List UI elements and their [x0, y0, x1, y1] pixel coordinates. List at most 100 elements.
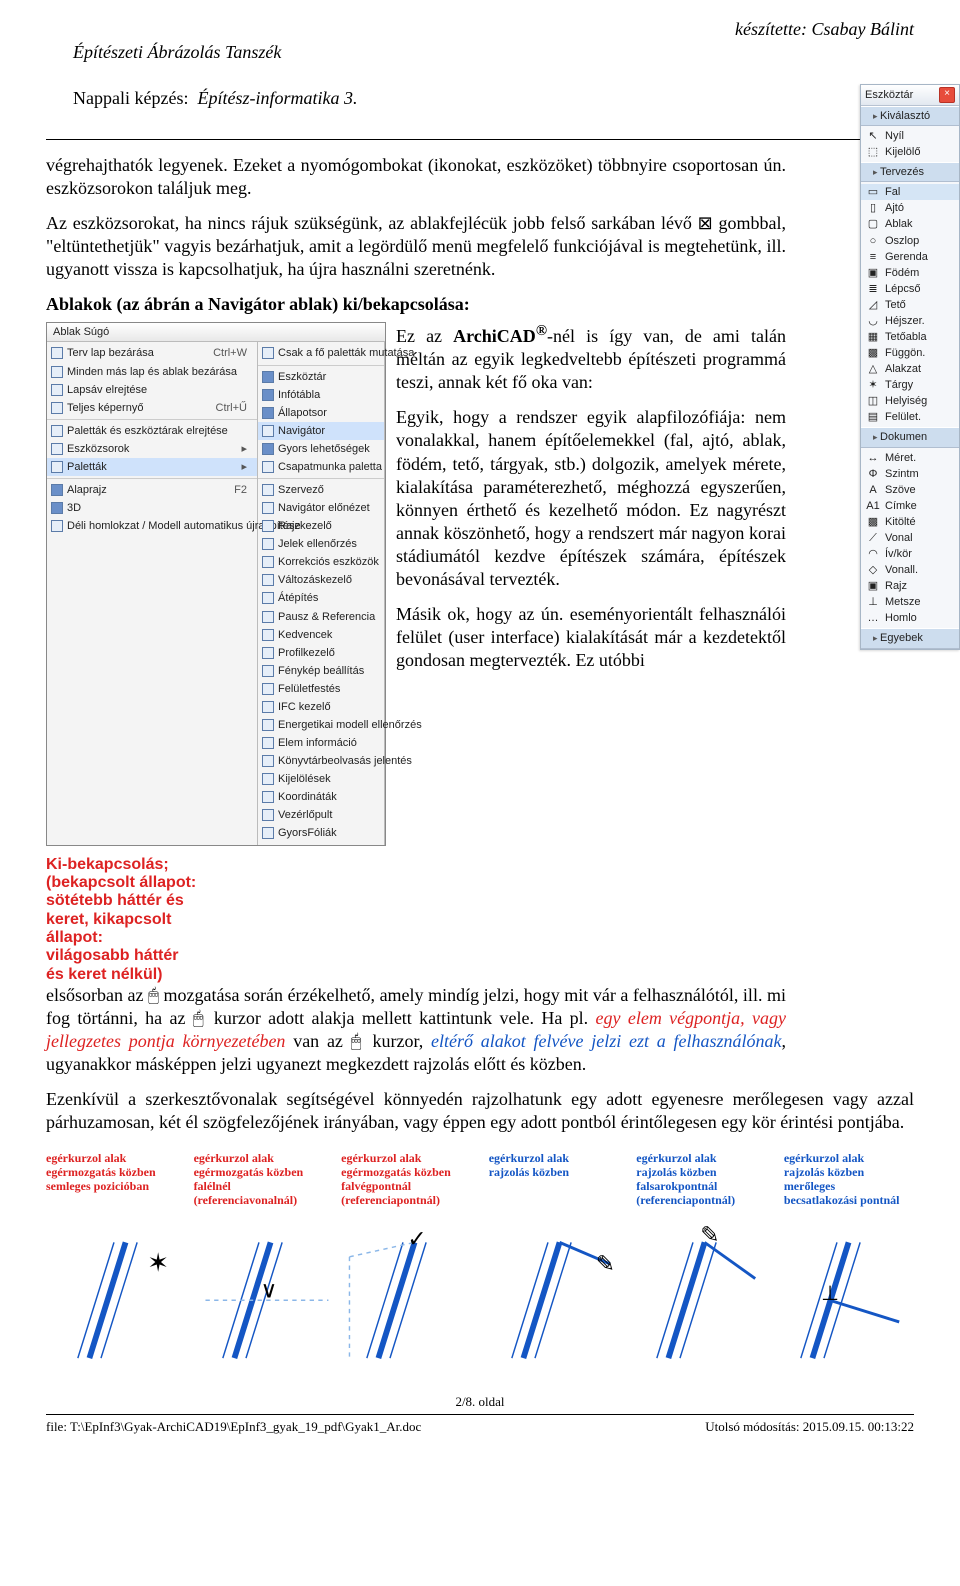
toolbox-tool[interactable]: ⊥Metsze [861, 594, 959, 610]
submenu-item[interactable]: IFC kezelő [258, 698, 384, 716]
toolbox-section-header[interactable]: ▸ Kiválasztó [861, 106, 959, 126]
toolbox-tool[interactable]: ≣Lépcső [861, 281, 959, 297]
submenu-item[interactable]: Infótábla [258, 386, 384, 404]
cursor-label: egérkurzol alakrajzolás közbenfalsarokpo… [636, 1152, 766, 1207]
submenu-item[interactable]: Korrekciós eszközök [258, 553, 384, 571]
submenu-item[interactable]: Rajzkezelő [258, 517, 384, 535]
submenu-item[interactable]: Navigátor [258, 422, 384, 440]
submenu-item[interactable]: Könyvtárbeolvasás jelentés [258, 752, 384, 770]
menu-bar: Ablak Súgó [47, 323, 385, 342]
tool-icon: ↖ [865, 129, 881, 143]
menu-item[interactable]: Lapsáv elrejtése [47, 381, 257, 399]
toolbox-tool[interactable]: ▩Kitölté [861, 514, 959, 530]
svg-text:✓: ✓ [408, 1226, 427, 1252]
toolbox-tool[interactable]: ▣Födém [861, 265, 959, 281]
toolbox-tool[interactable]: ▢Ablak [861, 216, 959, 232]
toolbox-tool[interactable]: ▯Ajtó [861, 200, 959, 216]
toolbox-tool[interactable]: ΦSzintm [861, 466, 959, 482]
menu-item[interactable]: Paletták és eszköztárak elrejtése [47, 422, 257, 440]
toolbox-tool[interactable]: △Alakzat [861, 361, 959, 377]
submenu-item[interactable]: GyorsFóliák [258, 824, 384, 842]
submenu-item[interactable]: Energetikai modell ellenőrzés [258, 716, 384, 734]
submenu-item[interactable]: Vezérlőpult [258, 806, 384, 824]
submenu-item[interactable]: Gyors lehetőségek [258, 440, 384, 458]
menu-item[interactable]: Eszközsorok▸ [47, 440, 257, 458]
toolbox-tool[interactable]: ASzöve [861, 482, 959, 498]
toolbox-tool[interactable]: ▤Felület. [861, 409, 959, 425]
toolbox-tool[interactable]: ◇Vonall. [861, 562, 959, 578]
submenu-item[interactable]: Változáskezelő [258, 571, 384, 589]
menu-item[interactable]: Paletták▸ [47, 458, 257, 476]
submenu-item[interactable]: Elem információ [258, 734, 384, 752]
toolbox-tool[interactable]: ◿Tető [861, 297, 959, 313]
toolbox-tool[interactable]: A1Címke [861, 498, 959, 514]
tool-icon: ▣ [865, 266, 881, 280]
toolbox-tool[interactable]: ↖Nyíl [861, 128, 959, 144]
para-1: végrehajthatók legyenek. Ezeket a nyomóg… [46, 154, 786, 200]
tool-icon: ○ [865, 234, 881, 248]
toolbox-section-header[interactable]: ▸ Tervezés [861, 162, 959, 182]
subheading: Ablakok (az ábrán a Navigátor ablak) ki/… [46, 293, 786, 316]
toolbox-section-header[interactable]: ▸ Dokumen [861, 427, 959, 447]
submenu-item[interactable]: Átépítés [258, 589, 384, 607]
toolbox-tool[interactable]: ⬚Kijelölő [861, 144, 959, 160]
submenu-item[interactable]: Felületfestés [258, 680, 384, 698]
submenu-item[interactable]: Csapatmunka paletta [258, 458, 384, 476]
submenu-item[interactable]: Navigátor előnézet [258, 499, 384, 517]
tool-icon: A [865, 483, 881, 497]
submenu-item[interactable]: Profilkezelő [258, 644, 384, 662]
submenu-item[interactable]: Szervező [258, 481, 384, 499]
cursor-legend: egérkurzol alakegérmozgatás közbensemleg… [46, 1152, 914, 1207]
svg-text:✶: ✶ [147, 1248, 169, 1277]
menu-item[interactable]: Terv lap bezárásaCtrl+W [47, 344, 257, 362]
svg-text:✎: ✎ [700, 1222, 719, 1248]
toolbox-tool[interactable]: ◠Ív/kör [861, 546, 959, 562]
menu-item[interactable]: Déli homlokzat / Modell automatikus újra… [47, 517, 257, 535]
submenu-item[interactable]: Koordináták [258, 788, 384, 806]
tool-icon: Φ [865, 467, 881, 481]
submenu-item[interactable]: Eszköztár [258, 368, 384, 386]
tool-icon: ✶ [865, 378, 881, 392]
cursor-label: egérkurzol alakrajzolás közbenmerőlegesb… [784, 1152, 914, 1207]
para-2: Az eszközsorokat, ha nincs rájuk szükség… [46, 212, 786, 281]
toolbox-tool[interactable]: ▣Rajz [861, 578, 959, 594]
toolbox-tool[interactable]: ○Oszlop [861, 233, 959, 249]
submenu-item[interactable]: Állapotsor [258, 404, 384, 422]
menu-item[interactable]: Minden más lap és ablak bezárása [47, 363, 257, 381]
tool-icon: ▢ [865, 218, 881, 232]
submenu-item[interactable]: Pausz & Referencia [258, 608, 384, 626]
tool-icon: ◡ [865, 314, 881, 328]
close-icon[interactable]: × [939, 87, 955, 103]
toolbox-tool[interactable]: ≡Gerenda [861, 249, 959, 265]
submenu-item[interactable]: Kijelölések [258, 770, 384, 788]
footer-file: file: T:\EpInf3\Gyak-ArchiCAD19\EpInf3_g… [46, 1419, 421, 1436]
toolbox-tool[interactable]: ▭Fal [861, 184, 959, 200]
tool-icon: ▦ [865, 330, 881, 344]
right-para-3: Másik ok, hogy az ún. eseményorientált f… [396, 603, 786, 672]
menu-item[interactable]: Teljes képernyőCtrl+Ű [47, 399, 257, 417]
toolbox-tool[interactable]: ▦Tetőabla [861, 329, 959, 345]
submenu-item[interactable]: Kedvencek [258, 626, 384, 644]
toolbox-tool[interactable]: ✶Tárgy [861, 377, 959, 393]
para-4: Ezenkívül a szerkesztővonalak segítségév… [46, 1088, 914, 1134]
toolbox-tool[interactable]: ◫Helyiség [861, 393, 959, 409]
tool-icon: ⊥ [865, 595, 881, 609]
menu-item[interactable]: 3D [47, 499, 257, 517]
toolbox-tool[interactable]: ◡Héjszer. [861, 313, 959, 329]
tool-icon: ↔ [865, 451, 881, 465]
footer-modified: Utolsó módosítás: 2015.09.15. 00:13:22 [705, 1419, 914, 1436]
submenu-item[interactable]: Csak a fő paletták mutatása [258, 344, 384, 362]
toolbox-tool[interactable]: ⟋Vonal [861, 530, 959, 546]
toolbox-tool[interactable]: ▩Függön. [861, 345, 959, 361]
window-menu-screenshot: Ablak Súgó Terv lap bezárásaCtrl+WMinden… [46, 322, 386, 845]
toolbox-tool[interactable]: ↔Méret. [861, 450, 959, 466]
submenu-item[interactable]: Fénykép beállítás [258, 662, 384, 680]
tool-icon: ◿ [865, 298, 881, 312]
submenu-item[interactable]: Jelek ellenőrzés [258, 535, 384, 553]
toolbox-section-header[interactable]: ▸ Egyebek [861, 628, 959, 648]
toolbox-title: Eszköztár [865, 88, 913, 102]
tool-icon: ▣ [865, 579, 881, 593]
menu-item[interactable]: AlaprajzF2 [47, 481, 257, 499]
toolbox-tool[interactable]: …Homlo [861, 610, 959, 626]
svg-text:⊥: ⊥ [821, 1283, 839, 1305]
